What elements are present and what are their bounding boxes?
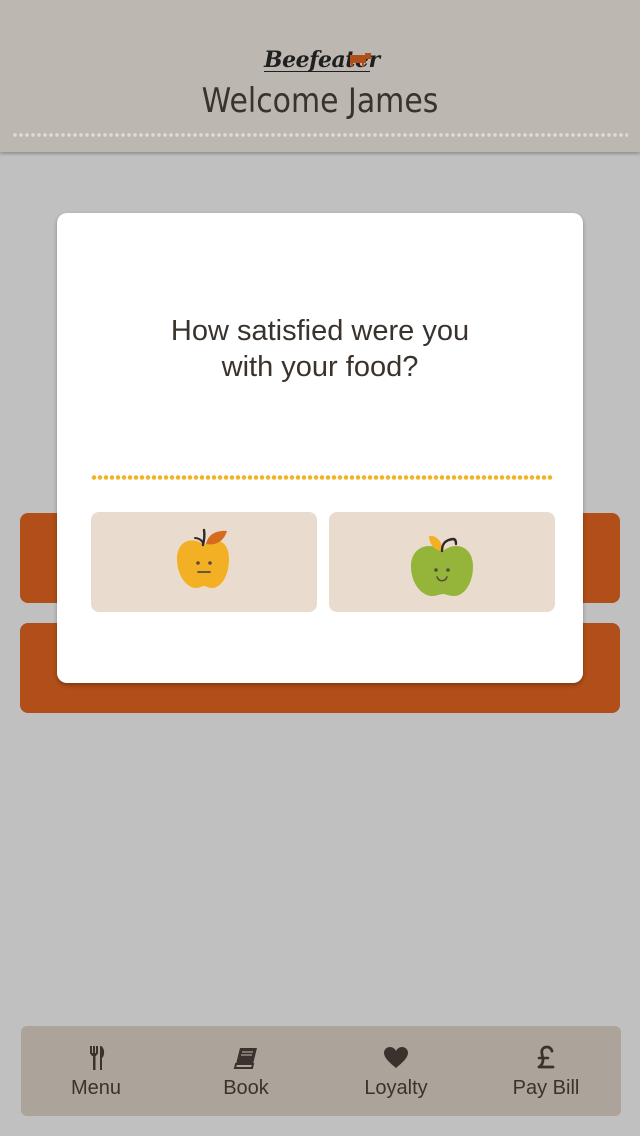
book-icon [233,1048,257,1069]
tab-book[interactable]: Book [171,1026,321,1116]
heart-icon [384,1047,408,1068]
tab-menu[interactable]: Menu [21,1026,171,1116]
tab-pay-bill-label: Pay Bill [512,1077,580,1099]
neutral-rating-button[interactable] [91,512,317,612]
feedback-dialog: How satisfied were you with your food? [57,213,583,683]
happy-rating-button[interactable] [329,512,555,612]
bull-icon [350,53,371,67]
feedback-question: How satisfied were you with your food? [170,315,470,383]
neutral-apple-icon [177,528,229,588]
fork-knife-icon [90,1046,105,1070]
tab-loyalty[interactable]: Loyalty [321,1026,471,1116]
pound-icon [537,1045,555,1069]
dotted-divider [91,475,553,480]
tab-loyalty-label: Loyalty [364,1077,428,1099]
page-title: Welcome James [201,81,439,121]
tab-menu-label: Menu [70,1077,122,1099]
header-dotted-divider [12,133,628,137]
beefeater-logo: Beefeater [264,46,380,74]
happy-apple-icon [411,536,473,596]
tab-book-label: Book [223,1077,269,1099]
tab-pay-bill[interactable]: Pay Bill [471,1026,621,1116]
bottom-tab-bar: Menu Book Loyalty Pay Bill [21,1026,621,1116]
app-header: Beefeater Welcome James [0,0,640,152]
